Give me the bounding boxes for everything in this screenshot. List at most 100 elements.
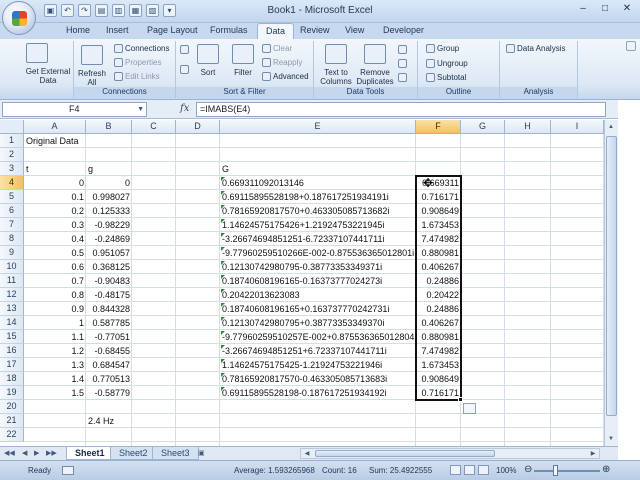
tab-view[interactable]: View <box>345 25 364 35</box>
properties-button[interactable]: Properties <box>114 58 161 67</box>
cell-a12[interactable]: 0.8 <box>24 288 86 302</box>
cell-f6[interactable]: 0.908649 <box>416 204 461 218</box>
zoom-level[interactable]: 100% <box>496 466 516 475</box>
cell-a3[interactable]: t <box>24 162 86 176</box>
name-box[interactable]: F4 ▼ <box>2 102 147 117</box>
cell-e14[interactable]: 0.12130742980795+0.38773353349370i <box>220 316 416 330</box>
cell-e18[interactable]: 0.78165920817570-0.463305085713683i <box>220 372 416 386</box>
tab-formulas[interactable]: Formulas <box>210 25 248 35</box>
scroll-right-icon[interactable]: ▶ <box>587 448 599 460</box>
data-validation-button[interactable] <box>398 45 407 54</box>
row-header-6[interactable]: 6 <box>0 204 24 218</box>
row-header-22[interactable]: 22 <box>0 428 24 442</box>
advanced-button[interactable]: Advanced <box>262 72 309 81</box>
cell-f17[interactable]: 1.673453 <box>416 358 461 372</box>
cell-f16[interactable]: 7.474982 <box>416 344 461 358</box>
tab-developer[interactable]: Developer <box>383 25 424 35</box>
page-break-view-icon[interactable] <box>478 465 489 475</box>
zoom-out-icon[interactable]: ⊖ <box>524 464 532 475</box>
cell-a8[interactable]: 0.4 <box>24 232 86 246</box>
column-header-b[interactable]: B <box>86 120 132 134</box>
filter-button[interactable]: Filter <box>228 44 258 77</box>
close-button[interactable]: ✕ <box>618 2 636 17</box>
fill-handle[interactable] <box>458 397 463 402</box>
cell-e3[interactable]: G <box>220 162 416 176</box>
cell-a7[interactable]: 0.3 <box>24 218 86 232</box>
cell-e10[interactable]: 0.12130742980795-0.38773353349371i <box>220 260 416 274</box>
cell-f13[interactable]: 0.24886 <box>416 302 461 316</box>
remove-duplicates-button[interactable]: Remove Duplicates <box>354 44 396 86</box>
cell-e5[interactable]: 0.69115895528198+0.187617251934191i <box>220 190 416 204</box>
cell-b15[interactable]: -0.77051 <box>86 330 132 344</box>
cell-a14[interactable]: 1 <box>24 316 86 330</box>
column-header-a[interactable]: A <box>24 120 86 134</box>
page-layout-view-icon[interactable] <box>464 465 475 475</box>
cell-b14[interactable]: 0.587785 <box>86 316 132 330</box>
cell-b19[interactable]: -0.58779 <box>86 386 132 400</box>
scroll-up-icon[interactable]: ▲ <box>605 121 617 133</box>
data-analysis-button[interactable]: Data Analysis <box>506 44 565 53</box>
worksheet-grid[interactable]: ABCDEFGHI 1 2 3 4 5 6 7 8 9 10 11 12 13 14 15 16 17 18 19 2… <box>0 120 604 446</box>
sort-button[interactable]: Sort <box>194 44 222 77</box>
insert-sheet-icon[interactable]: ▣ <box>198 449 205 457</box>
cell-a5[interactable]: 0.1 <box>24 190 86 204</box>
sheet-tab-sheet2[interactable]: Sheet2 <box>110 447 157 460</box>
cell-e7[interactable]: 1.14624575175426+1.21924753221945i <box>220 218 416 232</box>
cell-f8[interactable]: 7.474982 <box>416 232 461 246</box>
cell-b16[interactable]: -0.68455 <box>86 344 132 358</box>
macro-recording-icon[interactable] <box>62 466 74 475</box>
normal-view-icon[interactable] <box>450 465 461 475</box>
row-header-8[interactable]: 8 <box>0 232 24 246</box>
cell-e12[interactable]: 0.20422013623083 <box>220 288 416 302</box>
cell-a1[interactable]: Original Data <box>24 134 146 148</box>
row-header-10[interactable]: 10 <box>0 260 24 274</box>
vertical-scroll-thumb[interactable] <box>606 136 617 416</box>
cell-e17[interactable]: 1.14624575175425-1.21924753221946i <box>220 358 416 372</box>
scroll-down-icon[interactable]: ▼ <box>605 433 617 445</box>
cell-a18[interactable]: 1.4 <box>24 372 86 386</box>
insert-function-icon[interactable]: fx <box>180 103 189 114</box>
zoom-slider-thumb[interactable] <box>553 465 558 476</box>
row-header-4[interactable]: 4 <box>0 176 24 190</box>
cell-a13[interactable]: 0.9 <box>24 302 86 316</box>
cell-b18[interactable]: 0.770513 <box>86 372 132 386</box>
cell-b11[interactable]: -0.90483 <box>86 274 132 288</box>
tab-insert[interactable]: Insert <box>106 25 129 35</box>
cell-e11[interactable]: 0.18740608196165-0.16373777024273i <box>220 274 416 288</box>
column-header-g[interactable]: G <box>461 120 505 134</box>
zoom-in-icon[interactable]: ⊕ <box>602 464 610 475</box>
row-header-3[interactable]: 3 <box>0 162 24 176</box>
refresh-all-button[interactable]: Refresh All <box>76 45 108 87</box>
row-header-2[interactable]: 2 <box>0 148 24 162</box>
sort-z-a-button[interactable] <box>180 65 189 74</box>
sort-a-z-button[interactable] <box>180 45 189 54</box>
edit-links-button[interactable]: Edit Links <box>114 72 160 81</box>
cell-e9[interactable]: -9.77960259510266E-002-0.875536365012801… <box>220 246 416 260</box>
cell-f19[interactable]: 0.716171 <box>416 386 461 400</box>
first-sheet-icon[interactable]: ◀◀ <box>4 449 15 457</box>
row-header-7[interactable]: 7 <box>0 218 24 232</box>
minimize-button[interactable]: – <box>574 2 592 17</box>
cell-a17[interactable]: 1.3 <box>24 358 86 372</box>
cell-f15[interactable]: 0.880981 <box>416 330 461 344</box>
column-header-h[interactable]: H <box>505 120 551 134</box>
vertical-scrollbar[interactable]: ▲ ▼ <box>604 120 618 446</box>
reapply-button[interactable]: Reapply <box>262 58 302 67</box>
cell-b6[interactable]: 0.125333 <box>86 204 132 218</box>
cell-e16[interactable]: -3.26674694851251+6.72337107441711i <box>220 344 416 358</box>
row-header-18[interactable]: 18 <box>0 372 24 386</box>
tab-review[interactable]: Review <box>300 25 330 35</box>
row-header-21[interactable]: 21 <box>0 414 24 428</box>
cell-a19[interactable]: 1.5 <box>24 386 86 400</box>
cell-f18[interactable]: 0.908649 <box>416 372 461 386</box>
cell-b17[interactable]: 0.684547 <box>86 358 132 372</box>
get-external-data-button[interactable] <box>24 43 50 67</box>
row-header-19[interactable]: 19 <box>0 386 24 400</box>
cell-f7[interactable]: 1.673453 <box>416 218 461 232</box>
tab-data[interactable]: Data <box>257 23 295 40</box>
formula-input[interactable]: =IMABS(E4) <box>196 102 606 117</box>
cell-b8[interactable]: -0.24869 <box>86 232 132 246</box>
cell-f10[interactable]: 0.406267 <box>416 260 461 274</box>
cell-e13[interactable]: 0.18740608196165+0.163737770242731i <box>220 302 416 316</box>
ungroup-button[interactable]: Ungroup <box>426 59 468 68</box>
